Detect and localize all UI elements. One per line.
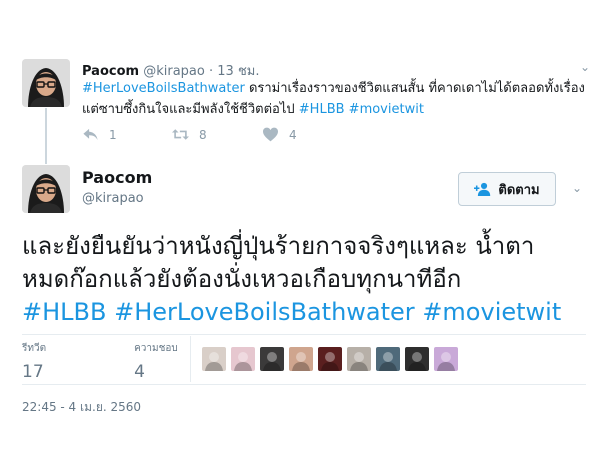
divider (22, 384, 586, 385)
reply-button[interactable]: 1 (82, 127, 172, 142)
likes-stat[interactable]: ความชอบ 4 (66, 334, 198, 384)
liker-avatar[interactable] (289, 347, 313, 371)
liker-avatar[interactable] (405, 347, 429, 371)
author-name[interactable]: Paocom (82, 64, 139, 79)
chevron-down-icon[interactable]: ⌄ (580, 60, 590, 74)
likers-avatars (202, 347, 458, 371)
chevron-down-icon[interactable]: ⌄ (572, 181, 582, 195)
liker-avatar[interactable] (318, 347, 342, 371)
tweet-text-line: หมดก๊อกแล้วยังต้องนั่งเหวอเกือบทุกนาทีอี… (22, 265, 462, 293)
separator: · (208, 64, 214, 79)
hashtag-link[interactable]: #HerLoveBoilsBathwater (114, 298, 415, 326)
hashtag-link[interactable]: #HLBB (299, 102, 345, 117)
likes-value: 4 (134, 362, 145, 382)
tweet-text-line: แต่ซาบซึ้งกินใจและมีพลังใช้ชีวิตต่อไป #H… (82, 99, 592, 120)
like-button[interactable]: 4 (262, 127, 352, 142)
liker-avatar[interactable] (260, 347, 284, 371)
heart-icon (263, 127, 278, 142)
like-count: 4 (289, 127, 297, 142)
tweet-hashtags: #HLBB #HerLoveBoilsBathwater #movietwit (22, 296, 587, 329)
likes-label: ความชอบ (134, 343, 178, 354)
tweet-text-line: และยังยืนยันว่าหนังญี่ปุ่นร้ายกาจจริงๆแห… (22, 232, 535, 260)
liker-avatar[interactable] (202, 347, 226, 371)
retweets-value: 17 (22, 362, 44, 382)
follow-label: ติดตาม (498, 182, 540, 198)
hashtag-link[interactable]: #movietwit (349, 102, 424, 117)
tweet-actions: 1 8 4 (82, 127, 352, 142)
liker-avatar[interactable] (376, 347, 400, 371)
retweet-count: 8 (199, 127, 207, 142)
tweet-text-segment: ดราม่าเรื่องราวของชีวิตแสนสั้น ที่คาดเดา… (244, 81, 585, 96)
tweet-text-line: #HerLoveBoilsBathwater ดราม่าเรื่องราวขอ… (82, 78, 592, 99)
follow-button[interactable]: ติดตาม (458, 172, 556, 206)
add-user-icon (474, 182, 491, 196)
tweet-timestamp[interactable]: 22:45 - 4 เม.ย. 2560 (22, 398, 141, 417)
retweets-label: รีทวีต (22, 343, 47, 354)
liker-avatar[interactable] (434, 347, 458, 371)
hashtag-link[interactable]: #movietwit (422, 298, 561, 326)
reply-count: 1 (109, 127, 117, 142)
thread-connector (45, 108, 47, 164)
reply-icon (83, 128, 98, 141)
tweet-time[interactable]: 13 ชม. (217, 64, 259, 79)
hashtag-link[interactable]: #HerLoveBoilsBathwater (82, 81, 245, 96)
retweet-icon (172, 129, 189, 140)
retweets-stat[interactable]: รีทวีต 17 (22, 334, 66, 384)
tweet-text: และยังยืนยันว่าหนังญี่ปุ่นร้ายกาจจริงๆแห… (22, 230, 587, 329)
tweet-stats: รีทวีต 17 ความชอบ 4 (22, 334, 198, 384)
liker-avatar[interactable] (231, 347, 255, 371)
retweet-button[interactable]: 8 (172, 127, 262, 142)
liker-avatar[interactable] (347, 347, 371, 371)
avatar[interactable] (22, 165, 70, 213)
tweet-text-segment: แต่ซาบซึ้งกินใจและมีพลังใช้ชีวิตต่อไป (82, 102, 299, 117)
author-name[interactable]: Paocom (82, 168, 152, 187)
stat-divider (190, 336, 191, 382)
avatar[interactable] (22, 59, 70, 107)
hashtag-link[interactable]: #HLBB (22, 298, 106, 326)
tweet-text: #HerLoveBoilsBathwater ดราม่าเรื่องราวขอ… (82, 78, 592, 120)
author-handle[interactable]: @kirapao (82, 191, 144, 206)
author-handle[interactable]: @kirapao (143, 64, 205, 79)
